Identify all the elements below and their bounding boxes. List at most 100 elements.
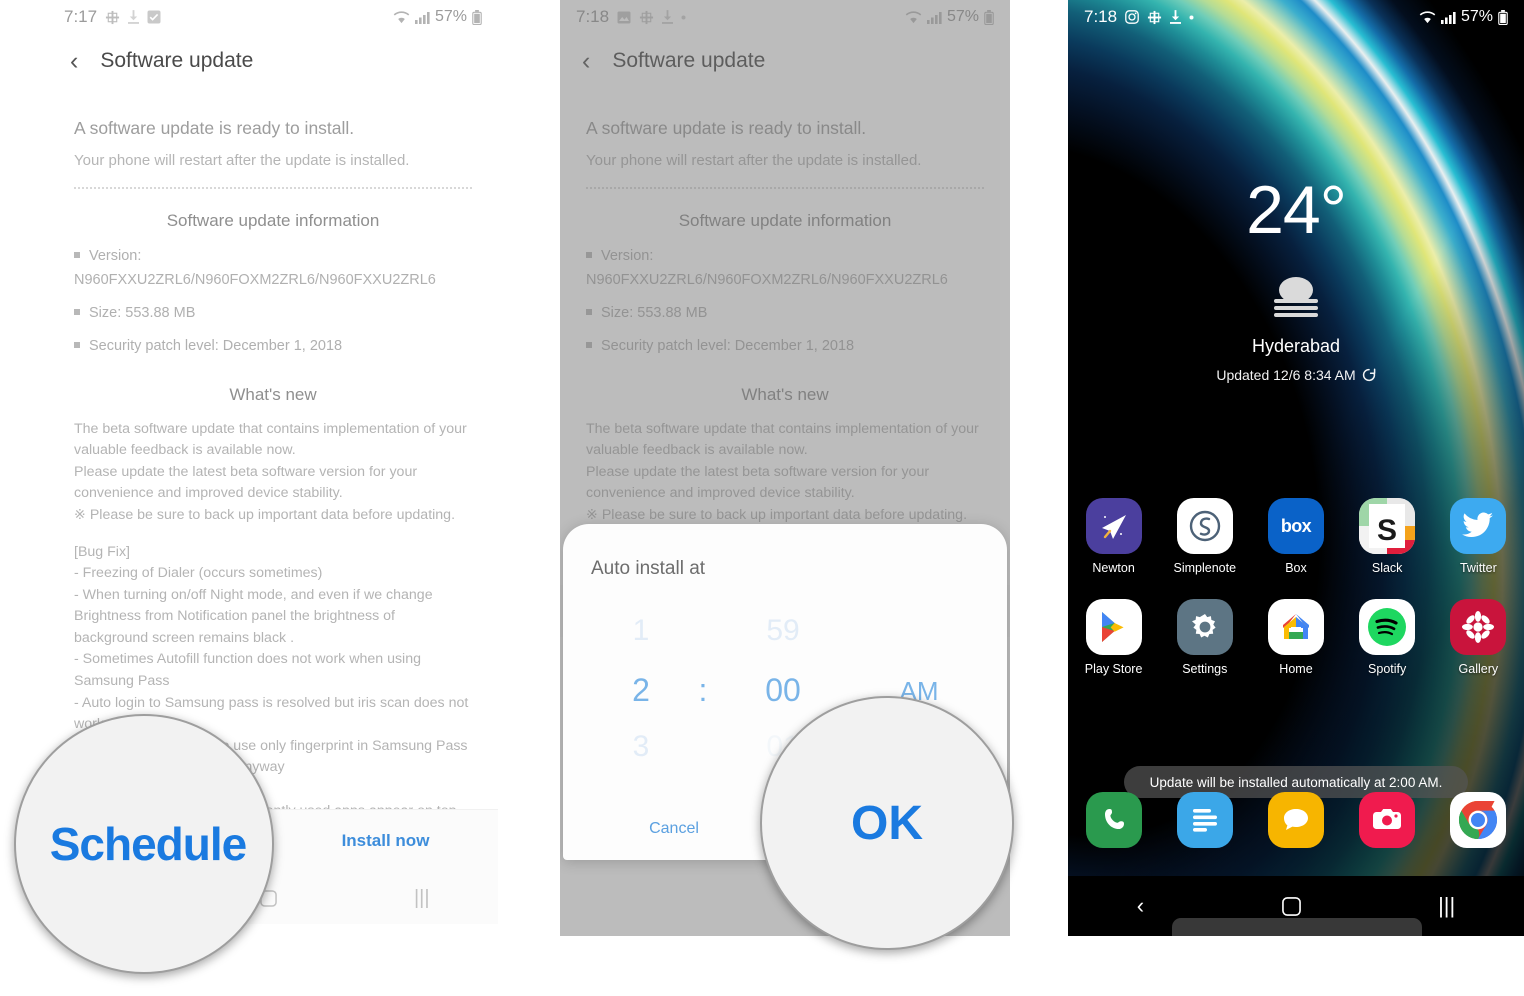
download-icon — [128, 10, 140, 24]
whatsnew-text: The beta software update that contains i… — [74, 420, 467, 523]
twitter-icon — [1450, 498, 1507, 554]
info-item: Size: 553.88 MB — [89, 304, 196, 321]
gallery-icon — [1450, 599, 1507, 655]
haze-icon — [1258, 266, 1334, 320]
app-slack[interactable]: S Slack — [1350, 498, 1424, 575]
phone-panel-3: 7:18 57% 24° Hyderabad Updated 12/6 8:34… — [1068, 0, 1524, 936]
keyboard-icon — [1147, 10, 1162, 25]
weather-widget[interactable]: 24° Hyderabad Updated 12/6 8:34 AM — [1068, 176, 1524, 383]
chat-icon — [1267, 792, 1324, 848]
spotify-icon — [1359, 599, 1416, 655]
battery-icon — [1498, 9, 1508, 25]
app-home[interactable]: Home — [1259, 599, 1333, 676]
camera-icon — [1359, 792, 1416, 848]
app-label: Home — [1279, 662, 1313, 676]
install-now-button[interactable]: Install now — [273, 831, 498, 851]
slack-icon: S — [1359, 498, 1416, 554]
info-item: Version: N960FXXU2ZRL6/N960FOXM2ZRL6/N96… — [74, 248, 436, 288]
nav-home-icon[interactable] — [1281, 896, 1301, 916]
dock-chat[interactable] — [1259, 792, 1333, 848]
google-home-icon — [1267, 599, 1324, 655]
back-icon[interactable]: ‹ — [70, 48, 78, 74]
magnifier-ok: OK — [760, 696, 1014, 950]
app-label: Newton — [1092, 561, 1135, 575]
play-store-icon — [1085, 599, 1142, 655]
weather-updated: Updated 12/6 8:34 AM — [1068, 367, 1524, 383]
signal-icon — [414, 11, 430, 24]
app-bar-1: ‹ Software update — [48, 34, 498, 88]
page-title: Software update — [100, 49, 254, 72]
dot-icon — [1189, 15, 1194, 20]
wifi-icon — [1419, 10, 1436, 24]
phone-icon — [1085, 792, 1142, 848]
simplenote-icon — [1176, 498, 1233, 554]
whatsnew-title: What's new — [229, 384, 317, 404]
bullet-icon — [74, 252, 80, 258]
dock-phone[interactable] — [1077, 792, 1151, 848]
info-item: Security patch level: December 1, 2018 — [89, 337, 343, 354]
gear-icon — [1176, 599, 1233, 655]
battery-percent: 57% — [1460, 8, 1493, 25]
bullet-icon — [74, 308, 80, 315]
newton-icon — [1085, 498, 1142, 554]
app-simplenote[interactable]: Simplenote — [1168, 498, 1242, 575]
info-list: Version: N960FXXU2ZRL6/N960FOXM2ZRL6/N96… — [74, 245, 472, 359]
app-label: Spotify — [1368, 662, 1407, 676]
status-time: 7:17 — [64, 7, 98, 26]
time-separator: : — [698, 672, 708, 708]
weather-updated-text: Updated 12/6 8:34 AM — [1216, 367, 1356, 383]
app-twitter[interactable]: Twitter — [1441, 498, 1515, 575]
minute-selected[interactable]: 00 — [749, 672, 817, 709]
status-time: 7:18 — [1084, 7, 1118, 26]
status-bar-3: 7:18 57% — [1068, 0, 1524, 34]
wifi-icon — [393, 10, 410, 24]
hour-next[interactable]: 3 — [621, 730, 661, 764]
info-title: Software update information — [166, 211, 380, 230]
app-gallery[interactable]: Gallery — [1441, 599, 1515, 676]
hour-prev[interactable]: 1 — [621, 614, 661, 648]
app-label: Gallery — [1458, 662, 1499, 676]
download-icon — [1170, 10, 1182, 24]
dock-messages[interactable] — [1168, 792, 1242, 848]
dock-row — [1068, 792, 1524, 848]
divider — [74, 187, 472, 189]
app-settings[interactable]: Settings — [1168, 599, 1242, 676]
dock-camera[interactable] — [1350, 792, 1424, 848]
dock — [1068, 792, 1524, 848]
battery-icon — [472, 9, 482, 25]
minute-prev[interactable]: 59 — [753, 614, 813, 648]
app-label: Box — [1285, 561, 1307, 575]
weather-temperature: 24° — [1246, 172, 1347, 248]
app-label: Twitter — [1459, 561, 1497, 575]
app-label: Play Store — [1084, 662, 1143, 676]
svg-text:S: S — [1377, 514, 1397, 547]
nav-back-icon[interactable]: ‹ — [1137, 893, 1144, 919]
magnifier-schedule: Schedule — [14, 714, 274, 974]
update-sub: Your phone will restart after the update… — [74, 152, 410, 169]
app-newton[interactable]: Newton — [1077, 498, 1151, 575]
app-grid: Newton Simplenote box Box S Slack Twitte… — [1068, 498, 1524, 690]
app-row-1: Newton Simplenote box Box S Slack Twitte… — [1068, 498, 1524, 575]
app-spotify[interactable]: Spotify — [1350, 599, 1424, 676]
nav-gesture-hint — [1172, 918, 1422, 936]
app-label: Simplenote — [1173, 561, 1237, 575]
bullet-icon — [74, 341, 80, 348]
magnifier-label: OK — [851, 796, 923, 850]
screenshot-stage: 7:17 57% ‹ Software update A software up… — [0, 0, 1524, 996]
dock-chrome[interactable] — [1441, 792, 1515, 848]
instagram-icon — [1125, 10, 1139, 24]
notes-icon — [1176, 792, 1233, 848]
app-box[interactable]: box Box — [1259, 498, 1333, 575]
chrome-icon — [1450, 792, 1507, 848]
magnifier-label: Schedule — [49, 818, 248, 870]
nav-recents-icon[interactable]: ||| — [1438, 893, 1455, 919]
app-label: Slack — [1371, 561, 1403, 575]
status-bar-1: 7:17 57% — [48, 0, 498, 34]
app-play-store[interactable]: Play Store — [1077, 599, 1151, 676]
cancel-button[interactable]: Cancel — [563, 820, 785, 838]
dialog-title: Auto install at — [591, 558, 706, 579]
hour-selected[interactable]: 2 — [615, 672, 667, 709]
keyboard-icon — [105, 10, 120, 25]
nav-recents-icon[interactable]: ||| — [414, 887, 430, 910]
refresh-icon[interactable] — [1362, 368, 1376, 382]
